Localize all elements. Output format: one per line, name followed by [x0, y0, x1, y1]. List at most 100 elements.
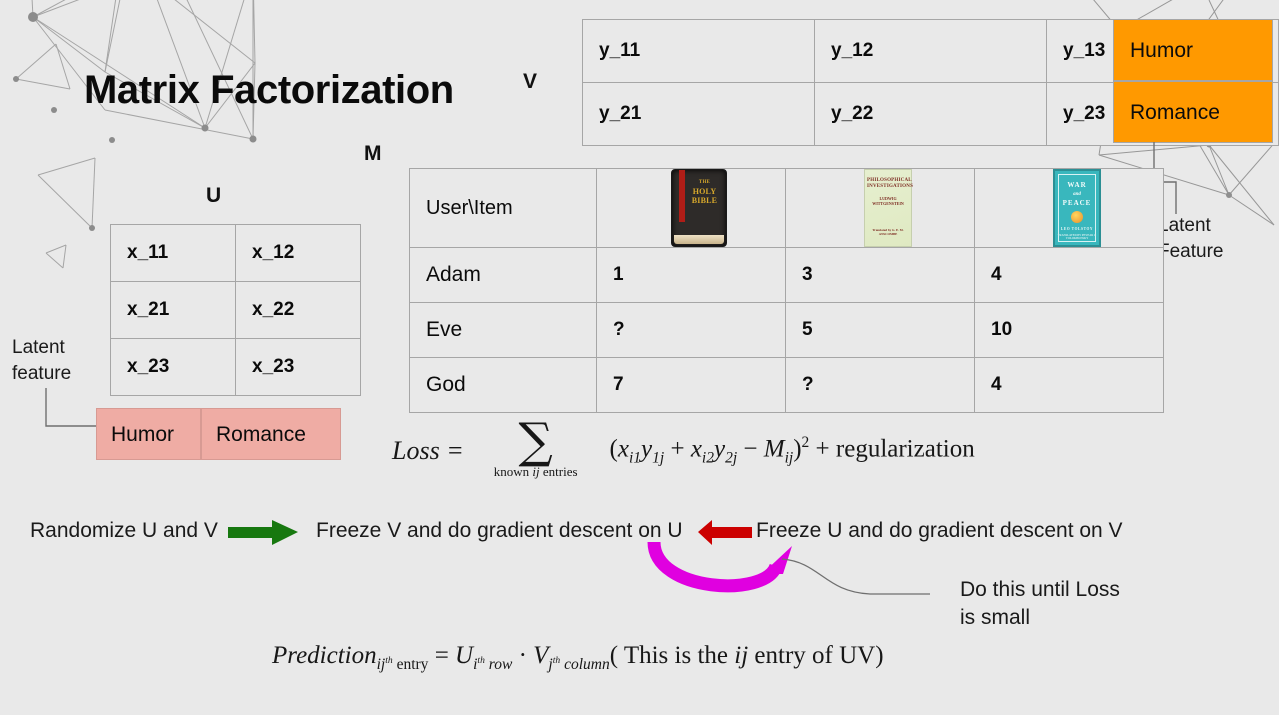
u-row-th: th — [477, 654, 485, 666]
m-rating-cell: 10 — [974, 302, 1164, 358]
green-right-arrow — [228, 520, 298, 545]
sum-limit-prefix: known — [493, 464, 533, 479]
book-pages-edge — [674, 235, 724, 244]
prediction-formula: Predictionijth entry = Uith row · Vjth c… — [272, 642, 884, 674]
summation-limit: known ij entries — [494, 464, 578, 480]
v-column-base: V — [533, 642, 549, 669]
prediction-lhs-word: entry — [392, 656, 429, 673]
loss-formula-body: (xi1y1j + xi2y2j − Mij)2 + regularizatio… — [610, 434, 975, 467]
term-m-ij-sub: ij — [784, 449, 794, 467]
u-row-base: U — [455, 642, 474, 669]
term-x-i1-sub: i1 — [628, 449, 642, 467]
term-x-i2-sub: i2 — [701, 449, 714, 467]
table-row: God 7 ? 4 — [409, 357, 1164, 413]
term-y-2j-sub: 2j — [725, 449, 738, 467]
loss-formula: Loss = ∑ known ij entries (xi1y1j + xi2y… — [392, 413, 975, 480]
m-rating-cell: 5 — [785, 302, 975, 358]
u-latent-feature-caption: Latent feature — [12, 335, 71, 387]
v-latent-feature-column: Humor Romance — [1113, 19, 1273, 143]
slide-canvas: Matrix Factorization V y_11 y_12 y_13 y_… — [0, 0, 1279, 715]
m-rating-cell: 1 — [596, 247, 786, 303]
war-footer: TRANSLATED BY PEVEAR & VOLOKHONSKY — [1057, 234, 1097, 240]
bible-title-mid: HOLY — [692, 187, 717, 196]
phil-title: PHILOSOPHICAL INVESTIGATIONS — [867, 178, 914, 189]
phil-author: LUDWIG WITTGENSTEIN — [872, 196, 904, 206]
sigma-icon: ∑ — [518, 413, 553, 469]
u-matrix-table: x_11 x_12 x_21 x_22 x_23 x_23 — [110, 224, 361, 396]
m-rating-cell: ? — [785, 357, 975, 413]
loop-note-line2: is small — [960, 606, 1031, 629]
prediction-lhs-th: th — [385, 654, 393, 666]
m-user-name: God — [409, 357, 597, 413]
prediction-lhs-sub: ijth entry — [376, 654, 429, 673]
m-rating-cell: 4 — [974, 357, 1164, 413]
bible-title-bot: BIBLE — [691, 196, 718, 205]
m-item-header-philosophical: PHILOSOPHICAL INVESTIGATIONS LUDWIG WITT… — [785, 168, 975, 248]
bookmark-ribbon-icon — [679, 170, 685, 222]
term-y-1j-base: y — [641, 435, 653, 463]
process-step-randomize: Randomize U and V — [30, 519, 218, 542]
m-item-header-war-and-peace: WAR and PEACE LEO TOLSTOY TRANSLATED BY … — [974, 168, 1164, 248]
operator-minus: − — [743, 435, 758, 463]
table-row: Eve ? 5 10 — [409, 302, 1164, 358]
war-author: LEO TOLSTOY — [1060, 227, 1094, 231]
term-y-2j-base: y — [713, 435, 726, 463]
m-rating-cell: 3 — [785, 247, 975, 303]
prediction-lhs-index: ij — [376, 656, 386, 673]
flower-ornament-icon — [1071, 211, 1083, 223]
prediction-note-close: entry of UV) — [748, 642, 884, 669]
paren-open: ( — [609, 435, 618, 463]
m-rating-cell: ? — [596, 302, 786, 358]
u-latent-caption-line1: Latent — [12, 337, 65, 358]
loop-note-connector-line — [781, 558, 930, 595]
u-latent-feature-boxes: Humor Romance — [96, 408, 341, 460]
table-row: Adam 1 3 4 — [409, 247, 1164, 303]
summation-operator: ∑ known ij entries — [494, 413, 578, 480]
v-cell: y_21 — [582, 82, 815, 146]
m-item-header-bible: THE HOLY BIBLE — [596, 168, 786, 248]
v-latent-feature-romance: Romance — [1113, 81, 1273, 143]
v-latent-caption-line1: Latent — [1158, 215, 1211, 236]
operator-plus: + — [670, 435, 685, 463]
u-latent-feature-humor: Humor — [96, 408, 201, 460]
table-header-row: User\Item THE HOLY BIBLE PHILOSOPHICAL I… — [409, 168, 1164, 248]
page-title: Matrix Factorization — [84, 68, 454, 112]
prediction-lhs-base: Prediction — [272, 642, 377, 669]
m-matrix-table: User\Item THE HOLY BIBLE PHILOSOPHICAL I… — [409, 168, 1164, 413]
u-cell: x_23 — [110, 338, 236, 396]
table-row: x_21 x_22 — [110, 281, 361, 339]
u-cell: x_12 — [235, 224, 361, 282]
table-row: x_11 x_12 — [110, 224, 361, 282]
u-cell: x_22 — [235, 281, 361, 339]
m-user-name: Eve — [409, 302, 597, 358]
m-corner-header: User\Item — [409, 168, 597, 248]
table-row: x_23 x_23 — [110, 338, 361, 396]
prediction-note-index: ij — [734, 642, 749, 669]
term-m-ij-base: M — [763, 435, 785, 463]
war-title-top: WAR — [1067, 181, 1087, 189]
v-matrix-label: V — [523, 70, 538, 93]
prediction-note-open: ( This is the — [609, 642, 735, 669]
term-x-i2-base: x — [690, 435, 702, 463]
philosophical-investigations-book-cover: PHILOSOPHICAL INVESTIGATIONS LUDWIG WITT… — [864, 169, 914, 247]
v-latent-feature-caption: Latent Feature — [1158, 213, 1223, 265]
war-title-bot: PEACE — [1062, 199, 1092, 207]
u-cell: x_21 — [110, 281, 236, 339]
m-rating-cell: 4 — [974, 247, 1164, 303]
paren-close: ) — [793, 435, 802, 463]
v-latent-caption-line2: Feature — [1158, 241, 1224, 262]
u-row-word: row — [484, 656, 513, 673]
u-cell: x_11 — [110, 224, 236, 282]
v-column-sub: jth column — [548, 655, 610, 673]
loss-formula-lhs: Loss = — [392, 436, 464, 465]
m-matrix-label: M — [364, 142, 382, 165]
bible-title-top: THE — [698, 180, 711, 185]
m-user-name: Adam — [409, 247, 597, 303]
loop-note-line1: Do this until Loss — [960, 578, 1120, 601]
dot-operator: · — [518, 642, 527, 669]
sum-limit-suffix: entries — [539, 464, 578, 479]
m-rating-cell: 7 — [596, 357, 786, 413]
v-column-word: column — [560, 656, 610, 673]
loop-note-text: Do this until Loss is small — [960, 576, 1120, 632]
phil-footer: Translated by G. E. M. ANSCOMBE — [872, 228, 904, 236]
